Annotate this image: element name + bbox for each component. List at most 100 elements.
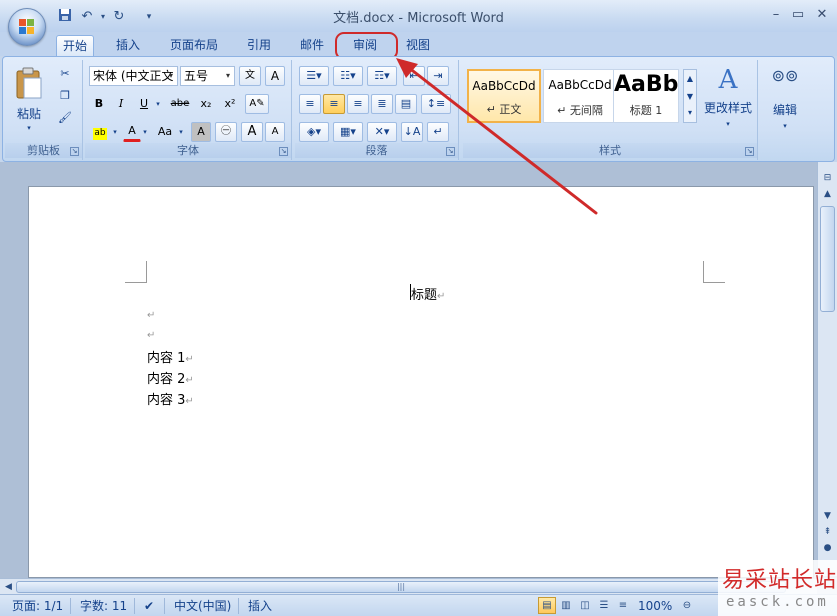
align-left-icon[interactable]: ≡ <box>299 94 321 114</box>
content-line[interactable]: 内容 1↵ <box>147 347 194 366</box>
char-border-icon[interactable]: A <box>265 66 285 86</box>
highlight-dropdown-icon[interactable]: ▾ <box>111 122 119 142</box>
justify-icon[interactable]: ≣ <box>371 94 393 114</box>
tab-home[interactable]: 开始 <box>56 35 95 56</box>
proofing-icon[interactable]: ✔ <box>144 598 154 614</box>
clear-formatting-icon[interactable]: A✎ <box>245 94 269 114</box>
copy-icon[interactable]: ❐ <box>55 86 75 106</box>
char-shading-icon[interactable]: A <box>191 122 211 142</box>
chinese-layout-icon[interactable]: ✕▾ <box>367 122 397 142</box>
tab-view[interactable]: 视图 <box>400 35 436 56</box>
outline-view-icon[interactable]: ☰ <box>595 597 613 614</box>
align-center-icon[interactable]: ≡ <box>323 94 345 114</box>
paste-button[interactable]: 粘贴 ▾ <box>11 64 47 132</box>
font-size-combo[interactable]: 五号 ▾ <box>180 66 235 86</box>
superscript-button[interactable]: x² <box>219 94 241 114</box>
underline-dropdown-icon[interactable]: ▾ <box>153 94 163 114</box>
full-screen-reading-icon[interactable]: ▥ <box>557 597 575 614</box>
tab-insert[interactable]: 插入 <box>110 35 146 56</box>
tab-references[interactable]: 引用 <box>241 35 277 56</box>
line-spacing-icon[interactable]: ↕≡ <box>421 94 451 114</box>
office-button[interactable] <box>8 8 46 46</box>
show-marks-icon[interactable]: ↵ <box>427 122 449 142</box>
horizontal-scroll-thumb[interactable]: ||| <box>16 581 786 593</box>
zoom-level[interactable]: 100% <box>638 598 672 614</box>
styles-launcher-icon[interactable]: ↘ <box>745 147 754 156</box>
decrease-indent-icon[interactable]: ⇤ <box>403 66 425 86</box>
style-name: ↵ 无间隔 <box>557 104 603 117</box>
change-case-dropdown-icon[interactable]: ▾ <box>177 122 185 142</box>
phonetic-guide-icon[interactable]: 文 <box>239 66 261 86</box>
draft-view-icon[interactable]: ≡ <box>614 597 632 614</box>
style-no-spacing[interactable]: AaBbCcDd ↵ 无间隔 <box>543 69 617 123</box>
distributed-icon[interactable]: ▤ <box>395 94 417 114</box>
editing-button[interactable]: ⊚⊚ 编辑 ▾ <box>765 64 805 131</box>
browse-object-icon[interactable]: ● <box>819 540 836 556</box>
change-case-button[interactable]: Aa <box>153 122 177 142</box>
vertical-scrollbar[interactable]: ⊟ ▲ ▼ ⇞ ● <box>817 162 837 576</box>
web-layout-icon[interactable]: ◫ <box>576 597 594 614</box>
styles-gallery-scroll[interactable]: ▲ ▼ ▾ <box>683 69 697 123</box>
tab-page-layout[interactable]: 页面布局 <box>164 35 224 56</box>
scroll-up-icon[interactable]: ▲ <box>819 186 836 202</box>
gallery-more-icon[interactable]: ▾ <box>684 106 696 122</box>
paragraph-launcher-icon[interactable]: ↘ <box>446 147 455 156</box>
content-line[interactable]: 内容 3↵ <box>147 389 194 408</box>
bold-button[interactable]: B <box>89 94 109 114</box>
maximize-button[interactable]: ▭ <box>788 6 808 24</box>
minimize-button[interactable]: – <box>766 6 786 24</box>
numbering-icon[interactable]: ☷▾ <box>333 66 363 86</box>
style-sample: AaBbCcDd <box>472 79 536 93</box>
strikethrough-button[interactable]: abe <box>167 94 193 114</box>
page-count[interactable]: 页面: 1/1 <box>12 598 63 614</box>
paragraph-mark: ↵ <box>185 375 194 386</box>
shading-icon[interactable]: ◈▾ <box>299 122 329 142</box>
paragraph-mark: ↵ <box>147 330 156 341</box>
clipboard-launcher-icon[interactable]: ↘ <box>70 147 79 156</box>
style-heading-1[interactable]: AaBb 标题 1 <box>613 69 679 123</box>
scroll-down-icon[interactable]: ▼ <box>684 88 696 106</box>
font-launcher-icon[interactable]: ↘ <box>279 147 288 156</box>
font-name-combo[interactable]: 宋体 (中文正文 ▾ <box>89 66 178 86</box>
grow-font-button[interactable]: A <box>241 122 263 142</box>
previous-page-icon[interactable]: ⇞ <box>819 524 836 540</box>
borders-icon[interactable]: ▦▾ <box>333 122 363 142</box>
language-indicator[interactable]: 中文(中国) <box>174 598 231 614</box>
document-page[interactable]: 标题↵ ↵ ↵ 内容 1↵ 内容 2↵ 内容 3↵ <box>28 186 814 578</box>
enclose-chars-icon[interactable]: ㊀ <box>215 122 237 142</box>
multilevel-list-icon[interactable]: ☶▾ <box>367 66 397 86</box>
format-painter-icon[interactable]: 🖌 <box>55 108 75 128</box>
align-right-icon[interactable]: ≡ <box>347 94 369 114</box>
close-button[interactable]: ✕ <box>812 6 832 24</box>
empty-paragraph[interactable]: ↵ <box>147 327 155 342</box>
ruler-toggle-icon[interactable]: ⊟ <box>819 170 836 186</box>
font-color-icon[interactable]: A <box>123 122 141 142</box>
subscript-button[interactable]: x₂ <box>195 94 217 114</box>
font-size-value: 五号 <box>184 69 209 83</box>
bullets-icon[interactable]: ☰▾ <box>299 66 329 86</box>
underline-button[interactable]: U <box>135 94 153 114</box>
tab-mailings[interactable]: 邮件 <box>294 35 330 56</box>
word-count[interactable]: 字数: 11 <box>80 598 127 614</box>
font-color-dropdown-icon[interactable]: ▾ <box>141 122 149 142</box>
document-title[interactable]: 标题↵ <box>411 284 445 303</box>
increase-indent-icon[interactable]: ⇥ <box>427 66 449 86</box>
sort-icon[interactable]: ↓A <box>401 122 423 142</box>
print-layout-view-icon[interactable]: ▤ <box>538 597 556 614</box>
change-styles-button[interactable]: A 更改样式 ▾ <box>701 64 755 128</box>
insert-mode-indicator[interactable]: 插入 <box>248 598 272 614</box>
empty-paragraph[interactable]: ↵ <box>147 307 155 322</box>
vertical-scroll-thumb[interactable] <box>820 206 835 312</box>
scroll-down-icon[interactable]: ▼ <box>819 508 836 524</box>
style-normal[interactable]: AaBbCcDd ↵ 正文 <box>467 69 541 123</box>
zoom-out-icon[interactable]: ⊖ <box>678 597 696 614</box>
cut-icon[interactable]: ✂ <box>55 64 75 84</box>
content-line[interactable]: 内容 2↵ <box>147 368 194 387</box>
highlight-color-button[interactable]: ab <box>89 122 111 142</box>
shrink-font-button[interactable]: A <box>265 122 285 142</box>
italic-button[interactable]: I <box>111 94 131 114</box>
scroll-left-icon[interactable]: ◀ <box>0 579 17 595</box>
horizontal-scrollbar[interactable]: ◀ ||| <box>0 578 817 594</box>
scroll-up-icon[interactable]: ▲ <box>684 70 696 88</box>
highlighter-icon: ab <box>93 128 107 140</box>
